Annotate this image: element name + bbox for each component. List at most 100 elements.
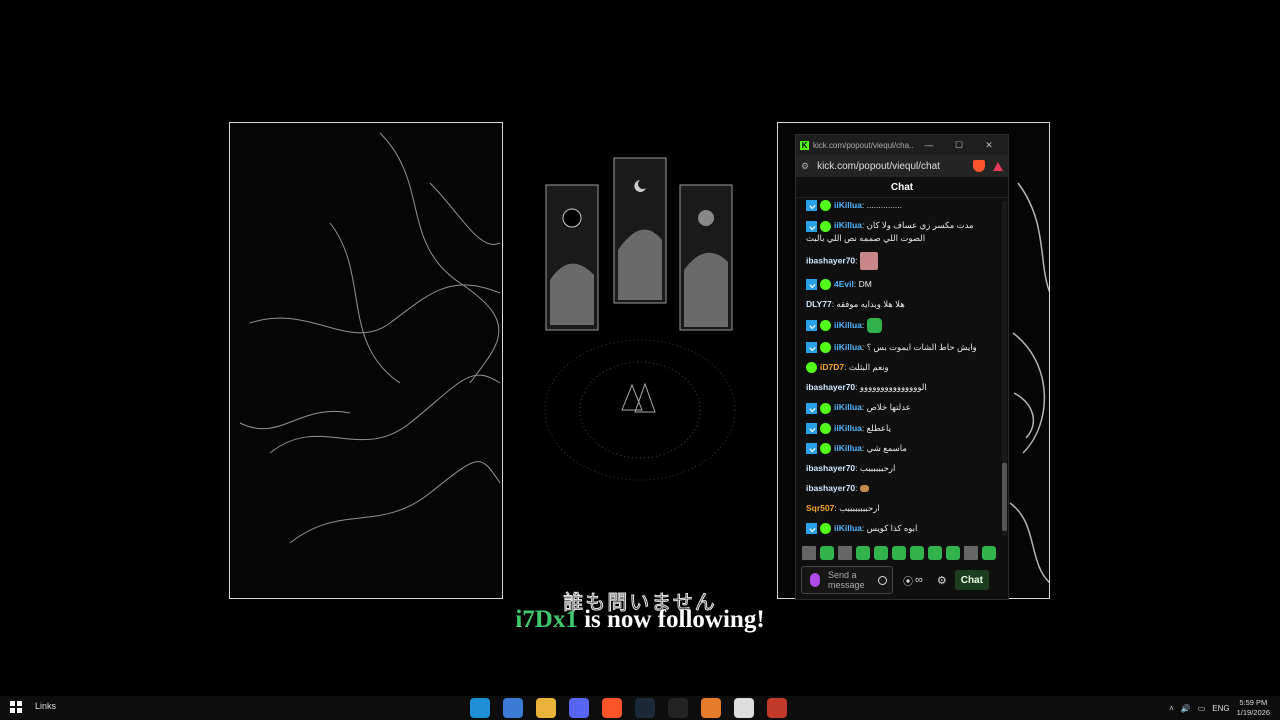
channel-points-icon[interactable]: ⦿	[903, 573, 913, 588]
placeholder-line2: message	[828, 580, 865, 590]
emote-icon	[859, 485, 869, 493]
emote-slot[interactable]	[964, 546, 978, 560]
chat-message: iiKillua: وايش حاط الشات ايموت بس ؟	[806, 341, 994, 353]
chat-header: Chat	[796, 177, 1008, 198]
chat-username[interactable]: iD7D7	[820, 362, 844, 372]
chat-username[interactable]: ibashayer70	[806, 483, 855, 493]
chat-message: iiKillua: ابوه كذا كويس	[806, 522, 994, 535]
emoji-picker-icon[interactable]	[878, 575, 887, 585]
clock-date: 1/19/2026	[1236, 708, 1270, 717]
chat-message-list[interactable]: iiKillua: ............... iiKillua: مدت م…	[796, 199, 1002, 537]
chat-username[interactable]: iiKillua	[834, 443, 862, 453]
close-button[interactable]: ✕	[974, 140, 1004, 151]
channel-points-value: ∞	[915, 574, 923, 586]
microphone-icon[interactable]	[810, 573, 820, 587]
chat-username[interactable]: iiKillua	[834, 200, 862, 210]
chat-popout-window[interactable]: K kick.com/popout/viequl/cha... — ☐ ✕ ⚙ …	[795, 134, 1009, 600]
minimize-button[interactable]: —	[914, 140, 944, 150]
maximize-button[interactable]: ☐	[944, 140, 974, 151]
chat-scrollbar[interactable]	[1002, 201, 1007, 535]
chat-message: iiKillua: ماسمع شي	[806, 442, 994, 454]
window-titlebar[interactable]: K kick.com/popout/viequl/cha... — ☐ ✕	[796, 135, 1008, 155]
emote-slot[interactable]	[856, 546, 870, 560]
chat-username[interactable]: 4Evil	[834, 279, 854, 289]
chat-text: : الووووووووووووووو	[855, 382, 927, 393]
chat-settings-gear-icon[interactable]: ⚙	[937, 574, 947, 587]
store-icon[interactable]	[503, 698, 523, 718]
titlebar-url: kick.com/popout/viequl/cha...	[813, 140, 914, 150]
verified-badge-icon	[820, 422, 831, 434]
clock[interactable]: 5:59 PM 1/19/2026	[1237, 698, 1270, 718]
brave-icon[interactable]	[602, 698, 622, 718]
emote-slot[interactable]	[946, 546, 960, 560]
volume-icon[interactable]: 🔊	[1181, 704, 1191, 713]
moderator-badge-icon	[806, 342, 817, 353]
chat-username[interactable]: Sqr507	[806, 503, 834, 513]
chrome-icon[interactable]	[767, 698, 787, 718]
language-indicator[interactable]: ENG	[1212, 704, 1229, 713]
obs-icon[interactable]	[734, 698, 754, 718]
left-art-lines	[239, 132, 501, 544]
input-placeholder: Send a message	[828, 570, 878, 590]
links-toolbar[interactable]: Links	[35, 701, 56, 711]
emote-slot[interactable]	[982, 546, 996, 560]
emote-icon	[859, 251, 878, 270]
g-hub-icon[interactable]	[668, 698, 688, 718]
chat-text: : ارحببببببب	[855, 463, 896, 473]
system-tray: ˄ 🔊 ▭ ENG 5:59 PM 1/19/2026	[1169, 696, 1270, 720]
chat-text: : هلا هلا وبدايه موفقه	[831, 298, 905, 309]
center-artwork	[544, 157, 736, 481]
chat-message: ibashayer70: الووووووووووووووو	[806, 381, 994, 393]
moderator-badge-icon	[806, 319, 817, 331]
brave-shield-icon[interactable]	[973, 160, 985, 172]
files-icon[interactable]	[536, 698, 556, 718]
emote-slot[interactable]	[838, 546, 852, 560]
chat-username[interactable]: iiKillua	[834, 523, 862, 533]
chat-username[interactable]: iiKillua	[834, 220, 862, 230]
emote-slot[interactable]	[928, 546, 942, 560]
tray-chevron-icon[interactable]: ˄	[1169, 704, 1174, 713]
moderator-badge-icon	[806, 523, 817, 535]
send-chat-button[interactable]: Chat	[954, 570, 989, 590]
emote-slot[interactable]	[910, 546, 924, 560]
chat-username[interactable]: iiKillua	[834, 402, 862, 412]
emote-slot[interactable]	[820, 546, 834, 560]
chat-message: Sqr507: ارحببببببببب	[806, 502, 994, 514]
emote-slot[interactable]	[874, 546, 888, 560]
windows-start-icon[interactable]	[10, 701, 22, 713]
chat-message: iiKillua: ياعطلع	[806, 422, 994, 434]
chat-username[interactable]: ibashayer70	[806, 463, 855, 473]
emote-slot[interactable]	[802, 546, 816, 560]
scroll-thumb[interactable]	[1002, 463, 1007, 531]
chat-message: DLY77: هلا هلا وبدايه موفقه	[806, 298, 994, 310]
moderator-badge-icon	[806, 278, 817, 290]
emote-icon	[866, 317, 882, 333]
verified-badge-icon	[820, 523, 831, 535]
brave-rewards-icon[interactable]	[993, 161, 1003, 171]
app-icon[interactable]	[701, 698, 721, 718]
discord-icon[interactable]	[569, 698, 589, 718]
chat-message: ibashayer70: ارحببببببب	[806, 462, 994, 474]
chat-username[interactable]: iiKillua	[834, 320, 862, 330]
follow-alert: i7Dx1 is now following!	[440, 606, 840, 634]
verified-badge-icon	[820, 220, 831, 232]
chat-username[interactable]: iiKillua	[834, 342, 862, 352]
chat-text: : ونعم البثلث	[844, 362, 889, 372]
chat-username[interactable]: ibashayer70	[806, 382, 855, 392]
emote-quick-bar[interactable]	[802, 545, 1002, 561]
send-message-input[interactable]: Send a message	[801, 566, 893, 594]
address-bar[interactable]: ⚙ kick.com/popout/viequl/chat	[796, 155, 1008, 177]
chat-message: iiKillua: ...............	[806, 199, 994, 212]
chat-username[interactable]: ibashayer70	[806, 255, 855, 265]
site-settings-icon[interactable]: ⚙	[801, 161, 809, 172]
chat-username[interactable]: DLY77	[806, 299, 832, 309]
address-url[interactable]: kick.com/popout/viequl/chat	[817, 161, 967, 172]
chat-message: ibashayer70:	[806, 482, 994, 494]
network-icon[interactable]: ▭	[1198, 704, 1206, 713]
chat-text: : ياعطلع	[861, 422, 891, 433]
emote-slot[interactable]	[892, 546, 906, 560]
edge-icon[interactable]	[470, 698, 490, 718]
chat-message: 4Evil: DM	[806, 278, 994, 290]
chat-username[interactable]: iiKillua	[834, 423, 862, 433]
steam-icon[interactable]	[635, 698, 655, 718]
